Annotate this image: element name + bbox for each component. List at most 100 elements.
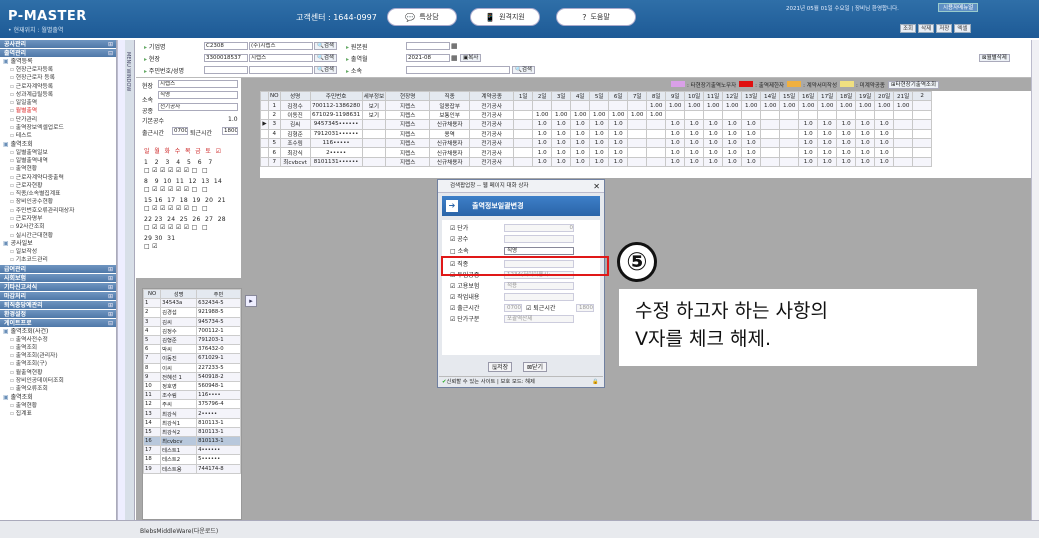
close-button[interactable]: ⊠닫기 — [523, 362, 548, 372]
sidebar-item[interactable]: 월별출역 — [0, 107, 116, 115]
table-row[interactable]: 12 주씨 375796-4 — [143, 399, 241, 410]
sidebar-group-inquiry[interactable]: 출역조회 — [0, 141, 116, 149]
row-unit-price[interactable]: ☑ 단가 — [450, 224, 468, 233]
table-row[interactable]: 2 김경섭 921988-5 — [143, 307, 241, 318]
calendar-checks-1[interactable]: □ ☑ ☑ ☑ ☑ ☑ □ □ — [144, 167, 208, 174]
sidebar-item[interactable]: 일별출역일보 — [0, 149, 116, 157]
sidebar-section-project[interactable]: 공사관리 ⊞ — [0, 40, 116, 49]
row-end-time[interactable]: ☑ 퇴근시간 — [526, 304, 555, 313]
calendar-checks-2[interactable]: □ ☑ ☑ ☑ ☑ ☑ □ □ — [144, 186, 208, 193]
site-search-button[interactable]: 🔍검색 — [314, 54, 337, 62]
sidebar-section-closing[interactable]: 마감처리 ⊞ — [0, 291, 116, 301]
column-header[interactable]: 현장명 — [385, 91, 431, 102]
sidebar-section-insurance[interactable]: 사회보험 ⊞ — [0, 273, 116, 283]
footer-text[interactable]: BlebsMiddleWare(다운로드) — [140, 526, 218, 535]
sidebar-item[interactable]: 92사간조회 — [0, 223, 116, 231]
sidebar-item[interactable]: 근로자계약다중출력 — [0, 174, 116, 182]
column-header[interactable]: 8일 — [646, 91, 667, 102]
row-start-time[interactable]: ☑ 출근시간 — [450, 304, 479, 313]
column-header[interactable]: 계약공종 — [469, 91, 515, 102]
row-work-hours[interactable]: ☑ 공수 — [450, 235, 468, 244]
filter-trade-select[interactable]: 전기공사 — [158, 103, 238, 111]
table-row[interactable]: 7 최cvbcvt 8101131•••••• 지렙스 신규채용자 전기공사 1.0 1.0 1… — [260, 156, 933, 168]
column-header[interactable]: NO — [143, 289, 162, 300]
site-code-input[interactable]: 3300018537 — [204, 54, 248, 62]
save-button[interactable]: 🖫저장 — [488, 362, 513, 372]
column-header[interactable]: 11일 — [703, 91, 724, 102]
sidebar-item[interactable]: 직종/소속별집계표 — [0, 190, 116, 198]
sidebar-item[interactable]: 실시간근대현황 — [0, 232, 116, 240]
sidebar-section-gate[interactable]: 게이트프로 ⊟ — [0, 318, 116, 328]
column-header[interactable]: 6일 — [608, 91, 629, 102]
column-header[interactable]: 10일 — [684, 91, 705, 102]
table-row[interactable]: 4 김정수 700112-1 — [143, 325, 241, 336]
dept-input[interactable] — [406, 42, 450, 50]
table-row[interactable]: 11 조수림 116•••• — [143, 390, 241, 401]
row-employment-insurance[interactable]: ☑ 고용보험 — [450, 282, 479, 291]
sidebar-section-settings[interactable]: 환경설정 ⊞ — [0, 309, 116, 319]
sidebar-group-event[interactable]: 출역조회(사건) — [0, 328, 116, 336]
column-header[interactable]: 16일 — [798, 91, 819, 102]
column-header[interactable]: 4일 — [570, 91, 591, 102]
table-row[interactable]: 5 조수림 116••••• 지렙스 신규채용자 전기공사 1.0 1.0 1.0 1.0 1.0 1… — [260, 137, 933, 149]
filter-in-input[interactable]: 0700 — [172, 127, 188, 135]
sidebar-section-retirement[interactable]: 퇴직충당예관리 ⊞ — [0, 300, 116, 310]
table-row[interactable]: 13 최강식 2••••• — [143, 408, 241, 419]
sidebar-item[interactable]: 출역조회(관리자) — [0, 352, 116, 360]
table-row[interactable]: ▶ 3 김씨 9457345•••••• 지렙스 신규채용자 전기공사 1.0 1.0 1.0 1.… — [260, 119, 933, 130]
close-icon[interactable]: ✕ — [593, 180, 600, 193]
row-belong[interactable]: □ 소속 — [450, 247, 469, 256]
menu-window-tab[interactable]: MENU WINDOW — [125, 40, 135, 520]
column-header[interactable]: 12일 — [722, 91, 743, 102]
belong-input[interactable] — [406, 66, 510, 74]
sidebar-item[interactable]: 테스트 — [0, 132, 116, 140]
ssn-input[interactable] — [204, 66, 248, 74]
filter-site-select[interactable]: 지렙스 — [158, 80, 238, 88]
column-header[interactable]: 21일 — [893, 91, 914, 102]
row-price-type[interactable]: ☑ 단가구분 — [450, 315, 479, 324]
sidebar-item[interactable]: 기초코드관리 — [0, 256, 116, 264]
sidebar-group-daily-report[interactable]: 공사일보 — [0, 240, 116, 248]
sidebar-item[interactable]: 현장근로자등록 — [0, 66, 116, 74]
sidebar-item[interactable]: 출역장보엑셀업로드 — [0, 124, 116, 132]
calendar-icon[interactable]: ▦ — [451, 42, 458, 50]
column-header[interactable]: 세부정보 — [361, 91, 387, 102]
other-site-inquiry-button[interactable]: ⊞타현장기출역조회 — [887, 80, 940, 89]
start-time-input[interactable]: 0700 — [504, 304, 522, 312]
column-header[interactable]: 20일 — [874, 91, 895, 102]
table-row[interactable]: 4 김형준 7912031•••••• 지렙스 용역 전기공사 1.0 1.0 1.0 1.0 1.… — [260, 128, 933, 139]
unit-price-input[interactable]: 0 — [504, 224, 574, 232]
sidebar-item[interactable]: 현장근로자 등록 — [0, 74, 116, 82]
column-header[interactable]: 5일 — [589, 91, 610, 102]
sidebar-scrollbar[interactable] — [117, 40, 125, 520]
table-row[interactable]: 9 전혜선 1 540918-2 — [143, 371, 241, 382]
table-row[interactable]: 6 박씨 376432-0 — [143, 344, 241, 355]
tool-save[interactable]: 저장 — [936, 24, 953, 33]
sidebar-item[interactable]: 장비인공데이터조회 — [0, 377, 116, 385]
column-header[interactable]: 성명 — [160, 289, 198, 300]
chat-button[interactable]: 💬 특상담 — [387, 8, 457, 26]
move-right-button[interactable]: ▸ — [245, 295, 257, 307]
belong-select[interactable]: 직영 — [504, 247, 574, 255]
sidebar-group-inquiry-2[interactable]: 출역조회 — [0, 394, 116, 402]
column-header[interactable]: 주민 — [196, 289, 241, 300]
price-type-select[interactable]: 포괄역산제 — [504, 315, 574, 323]
column-header[interactable]: 직종 — [429, 91, 471, 102]
table-row[interactable]: 17 테스트1 4•••••• — [143, 445, 241, 456]
sidebar-item[interactable]: 출역현황 — [0, 165, 116, 173]
sidebar-item[interactable]: 출역조회(구) — [0, 360, 116, 368]
site-name-input[interactable]: 지렙스 — [249, 54, 313, 62]
column-header[interactable]: 1일 — [513, 91, 534, 102]
column-header[interactable]: 주민번호 — [309, 91, 363, 102]
column-header[interactable]: 2일 — [532, 91, 553, 102]
sidebar-item[interactable]: 집계표 — [0, 410, 116, 418]
table-row[interactable]: 18 테스트2 5•••••• — [143, 454, 241, 465]
table-row[interactable]: 19 테스트용 744174-8 — [143, 463, 241, 474]
column-header[interactable]: 9일 — [665, 91, 686, 102]
column-header[interactable]: 18일 — [836, 91, 857, 102]
calendar-checks-5[interactable]: □ ☑ — [144, 243, 158, 250]
employment-insurance-select[interactable]: 적용 — [504, 282, 574, 290]
sidebar-item[interactable]: 근로자계약등록 — [0, 83, 116, 91]
column-header[interactable]: 성명 — [279, 91, 311, 102]
table-row[interactable]: 3 김씨 945734-5 — [143, 316, 241, 327]
